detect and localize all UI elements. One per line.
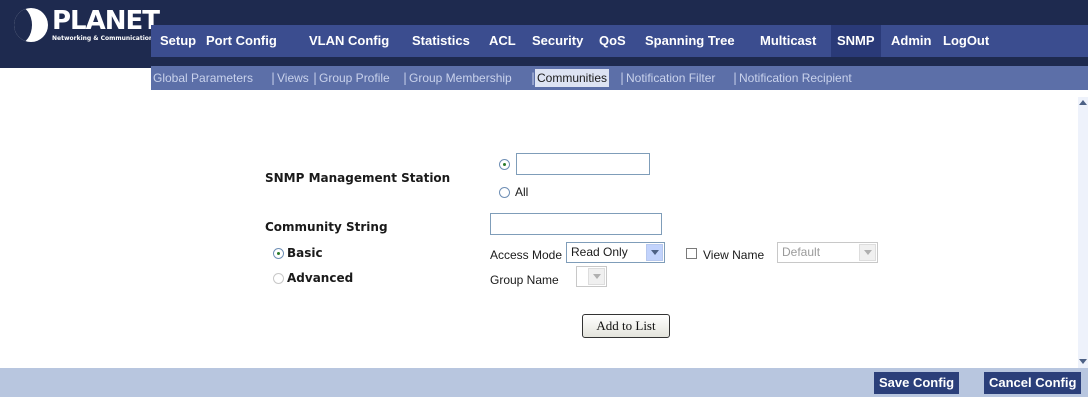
view-name-checkbox[interactable] bbox=[686, 248, 697, 259]
bottom-bar: Save Config Cancel Config bbox=[0, 368, 1088, 397]
subnav-group-membership[interactable]: Group Membership bbox=[409, 69, 512, 87]
view-name-select[interactable]: Default bbox=[777, 242, 878, 263]
subnav-views[interactable]: Views bbox=[277, 69, 309, 87]
nav-security[interactable]: Security bbox=[526, 25, 589, 57]
access-mode-value: Read Only bbox=[571, 245, 628, 259]
chevron-down-icon bbox=[588, 268, 605, 285]
view-name-value: Default bbox=[782, 245, 821, 259]
basic-label: Basic bbox=[287, 246, 323, 260]
access-mode-select[interactable]: Read Only bbox=[566, 242, 665, 263]
snmp-station-label: SNMP Management Station bbox=[265, 171, 451, 185]
save-config-button[interactable]: Save Config bbox=[874, 372, 960, 394]
community-string-input[interactable] bbox=[490, 213, 662, 235]
nav-spanning-tree[interactable]: Spanning Tree bbox=[639, 25, 741, 57]
scroll-down-arrow-icon[interactable] bbox=[1078, 356, 1088, 368]
nav-acl[interactable]: ACL bbox=[483, 25, 522, 57]
subnav-separator: | bbox=[620, 71, 625, 85]
nav-logout[interactable]: LogOut bbox=[937, 25, 995, 57]
subnav-separator: | bbox=[271, 71, 276, 85]
brand-tagline: Networking & Communication bbox=[52, 35, 154, 42]
nav-admin[interactable]: Admin bbox=[885, 25, 937, 57]
access-mode-label: Access Mode bbox=[490, 248, 563, 262]
advanced-label: Advanced bbox=[287, 271, 354, 285]
subnav-notification-recipient[interactable]: Notification Recipient bbox=[739, 69, 852, 87]
nav-statistics[interactable]: Statistics bbox=[406, 25, 476, 57]
basic-radio[interactable] bbox=[273, 248, 284, 259]
subnav-separator: | bbox=[403, 71, 408, 85]
station-all-label: All bbox=[515, 185, 529, 199]
scroll-up-arrow-icon[interactable] bbox=[1078, 97, 1088, 109]
station-ip-input[interactable] bbox=[516, 153, 650, 175]
subnav-separator: | bbox=[313, 71, 318, 85]
view-name-label: View Name bbox=[703, 248, 765, 262]
nav-snmp[interactable]: SNMP bbox=[831, 25, 881, 57]
vertical-scrollbar[interactable] bbox=[1078, 97, 1088, 368]
brand-name: PLANET bbox=[52, 6, 160, 36]
cancel-config-button[interactable]: Cancel Config bbox=[984, 372, 1082, 394]
station-specific-radio[interactable] bbox=[499, 159, 510, 170]
planet-logo: PLANET Networking & Communication bbox=[14, 6, 160, 48]
subnav-group-profile[interactable]: Group Profile bbox=[319, 69, 390, 87]
community-string-label: Community String bbox=[265, 220, 388, 234]
left-margin bbox=[0, 97, 176, 368]
logo-circle-icon bbox=[14, 8, 48, 42]
nav-vlan-config[interactable]: VLAN Config bbox=[303, 25, 395, 57]
subnav-separator: | bbox=[733, 71, 738, 85]
add-to-list-button[interactable]: Add to List bbox=[582, 314, 670, 338]
subnav-global-parameters[interactable]: Global Parameters bbox=[153, 69, 253, 87]
nav-setup[interactable]: Setup bbox=[154, 25, 202, 57]
station-all-radio[interactable] bbox=[499, 187, 510, 198]
chevron-down-icon bbox=[646, 244, 663, 261]
subnav-notification-filter[interactable]: Notification Filter bbox=[626, 69, 715, 87]
group-name-select[interactable] bbox=[576, 266, 607, 287]
sub-nav: Global Parameters | Views | Group Profil… bbox=[151, 66, 1088, 90]
nav-port-config[interactable]: Port Config bbox=[200, 25, 283, 57]
group-name-label: Group Name bbox=[490, 273, 559, 287]
subnav-communities[interactable]: Communities bbox=[535, 69, 610, 87]
nav-qos[interactable]: QoS bbox=[593, 25, 632, 57]
nav-multicast[interactable]: Multicast bbox=[754, 25, 822, 57]
chevron-down-icon bbox=[859, 244, 876, 261]
advanced-radio[interactable] bbox=[273, 273, 284, 284]
main-nav: Setup Port Config VLAN Config Statistics… bbox=[151, 25, 1088, 57]
